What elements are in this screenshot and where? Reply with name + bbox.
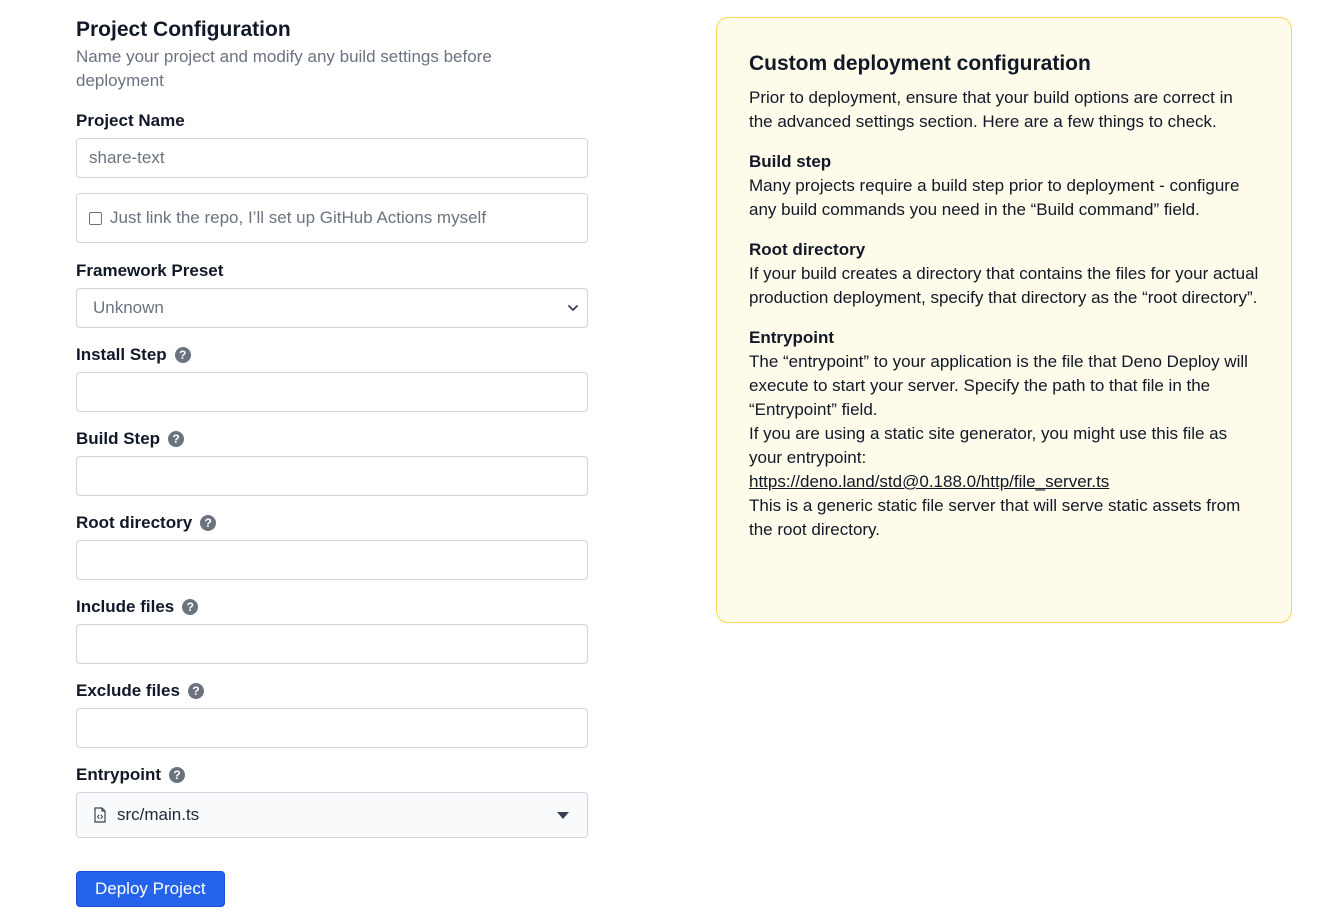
build-step-group: Build Step ?: [76, 428, 588, 496]
chevron-down-icon: [568, 305, 578, 311]
install-step-label: Install Step ?: [76, 344, 588, 366]
page-subtitle: Name your project and modify any build s…: [76, 47, 492, 90]
file-code-icon: [94, 807, 106, 823]
exclude-files-label: Exclude files ?: [76, 680, 588, 702]
info-entrypoint-body: The “entrypoint” to your application is …: [749, 352, 1248, 419]
entrypoint-group: Entrypoint ? src/main.ts: [76, 764, 588, 838]
info-root-directory-body: If your build creates a directory that c…: [749, 264, 1259, 307]
info-entrypoint-heading: Entrypoint: [749, 328, 834, 347]
project-name-value: share-text: [89, 148, 165, 167]
help-icon[interactable]: ?: [169, 767, 185, 783]
root-directory-group: Root directory ?: [76, 512, 588, 580]
info-entrypoint-body-3: This is a generic static file server tha…: [749, 496, 1241, 539]
info-entrypoint-link-line: https://deno.land/std@0.188.0/http/file_…: [749, 470, 1259, 494]
build-step-input[interactable]: [76, 456, 588, 496]
entrypoint-value: src/main.ts: [117, 805, 200, 824]
project-name-group: Project Name share-text: [76, 110, 588, 178]
include-files-group: Include files ?: [76, 596, 588, 664]
entrypoint-label-text: Entrypoint: [76, 765, 161, 784]
page: Project Configuration Name your project …: [0, 0, 1317, 924]
exclude-files-input[interactable]: [76, 708, 588, 748]
file-server-link[interactable]: https://deno.land/std@0.188.0/http/file_…: [749, 472, 1109, 491]
help-icon[interactable]: ?: [182, 599, 199, 615]
entrypoint-select[interactable]: src/main.ts: [76, 792, 588, 838]
exclude-files-label-text: Exclude files: [76, 681, 180, 700]
info-root-directory-heading: Root directory: [749, 240, 866, 259]
install-step-label-text: Install Step: [76, 345, 167, 364]
project-name-input[interactable]: share-text: [76, 138, 588, 178]
deploy-project-button[interactable]: Deploy Project: [76, 871, 225, 907]
install-step-group: Install Step ?: [76, 344, 588, 412]
help-icon[interactable]: ?: [168, 431, 185, 447]
root-directory-input[interactable]: [76, 540, 588, 580]
info-build-step-heading: Build step: [749, 152, 832, 171]
build-step-label: Build Step ?: [76, 428, 588, 450]
framework-preset-select[interactable]: Unknown: [76, 288, 588, 328]
link-repo-option[interactable]: Just link the repo, I’ll set up GitHub A…: [76, 193, 588, 243]
page-title: Project Configuration: [76, 18, 291, 41]
exclude-files-group: Exclude files ?: [76, 680, 588, 748]
install-step-input[interactable]: [76, 372, 588, 412]
help-icon[interactable]: ?: [187, 683, 204, 699]
help-icon[interactable]: ?: [174, 347, 191, 363]
framework-preset-value: Unknown: [93, 298, 164, 317]
info-entrypoint-body-2: If you are using a static site generator…: [749, 424, 1228, 467]
framework-preset-group: Framework Preset Unknown: [76, 260, 588, 328]
root-directory-label-text: Root directory: [76, 513, 193, 532]
entrypoint-label: Entrypoint ?: [76, 764, 588, 786]
include-files-label-text: Include files: [76, 597, 175, 616]
caret-down-icon: [557, 811, 569, 819]
info-build-step-body: Many projects require a build step prior…: [749, 176, 1240, 219]
entrypoint-selected: src/main.ts: [93, 805, 199, 825]
info-panel-intro: Prior to deployment, ensure that your bu…: [749, 88, 1233, 131]
help-icon[interactable]: ?: [200, 515, 217, 531]
link-repo-label: Just link the repo, I’ll set up GitHub A…: [110, 208, 487, 227]
project-name-label: Project Name: [76, 111, 185, 130]
root-directory-label: Root directory ?: [76, 512, 588, 534]
build-step-label-text: Build Step: [76, 429, 161, 448]
project-configuration-form: Project Configuration Name your project …: [76, 16, 588, 93]
deployment-info-panel: Custom deployment configuration Prior to…: [716, 17, 1292, 623]
include-files-label: Include files ?: [76, 596, 588, 618]
include-files-input[interactable]: [76, 624, 588, 664]
framework-preset-label: Framework Preset: [76, 261, 224, 280]
link-repo-checkbox[interactable]: [89, 211, 102, 225]
info-panel-title: Custom deployment configuration: [749, 52, 1091, 75]
